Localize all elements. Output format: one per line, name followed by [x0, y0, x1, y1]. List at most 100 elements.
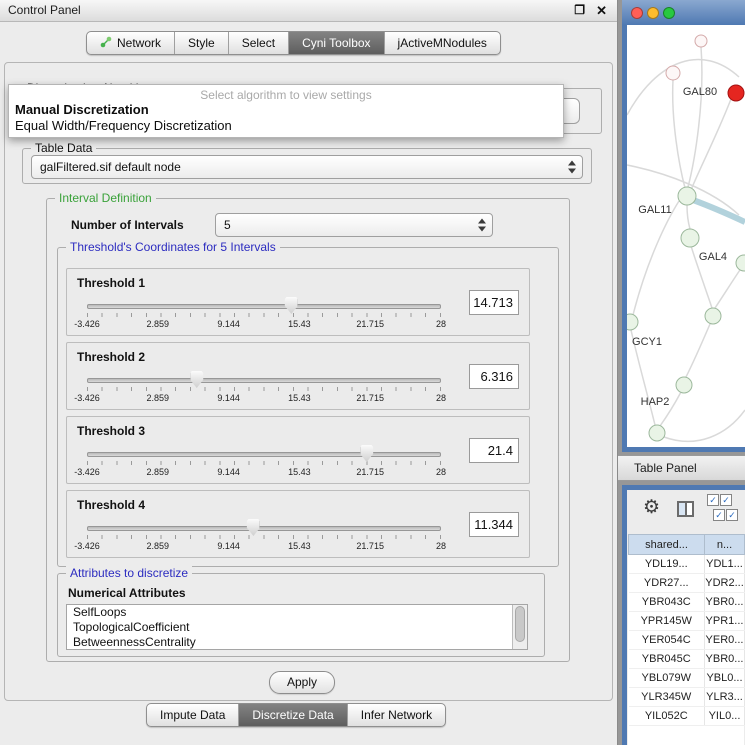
tick-label: 21.715	[356, 541, 384, 551]
table-cell[interactable]: YIL052C	[629, 707, 705, 726]
table-cell[interactable]: YBL079W	[629, 669, 705, 688]
table-row[interactable]: YBR043CYBR0...	[629, 593, 745, 612]
network-node[interactable]	[666, 66, 680, 80]
scrollbar[interactable]	[512, 605, 527, 649]
table-cell[interactable]: YBR043C	[629, 593, 705, 612]
network-canvas[interactable]: GAL80 GAL11 GAL4 GCY1 HAP2	[627, 25, 745, 447]
table-data-dropdown[interactable]: galFiltered.sif default node	[31, 155, 583, 179]
network-node[interactable]	[681, 229, 699, 247]
table-cell[interactable]: YPR1...	[705, 612, 745, 631]
list-item[interactable]: BetweennessCentrality	[67, 635, 527, 650]
threshold-slider[interactable]: -3.426 2.859 9.144 15.43 21.715 28	[87, 296, 441, 332]
columns-icon[interactable]	[677, 501, 694, 517]
network-node[interactable]	[627, 314, 638, 330]
threshold-value-field[interactable]: 11.344	[469, 512, 519, 537]
threshold-row: Threshold 4 -3.426 2.859 9.144 15.43 21.…	[66, 490, 530, 558]
minimize-traffic-light-icon[interactable]	[647, 7, 659, 19]
network-node[interactable]	[649, 425, 665, 441]
slider-thumb[interactable]	[247, 519, 260, 536]
slider-tick-labels: -3.426 2.859 9.144 15.43 21.715 28	[87, 467, 441, 479]
checkbox-icon[interactable]	[720, 494, 732, 506]
slider-track[interactable]	[87, 378, 441, 383]
table-cell[interactable]: YIL0...	[705, 707, 745, 726]
table-row[interactable]: YDR27...YDR2...	[629, 574, 745, 593]
tab-impute-data[interactable]: Impute Data	[147, 704, 239, 726]
table-cell[interactable]: YBR0...	[705, 650, 745, 669]
selected-network-node[interactable]	[728, 85, 744, 101]
slider-track[interactable]	[87, 526, 441, 531]
network-node[interactable]	[676, 377, 692, 393]
table-cell[interactable]: YPR145W	[629, 612, 705, 631]
table-cell[interactable]: YER0...	[705, 631, 745, 650]
table-row[interactable]: YPR145WYPR1...	[629, 612, 745, 631]
threshold-value-field[interactable]: 14.713	[469, 290, 519, 315]
table-cell[interactable]: YBL0...	[705, 669, 745, 688]
table-cell[interactable]: YLR3...	[705, 688, 745, 707]
checkbox-icon[interactable]	[726, 509, 738, 521]
table-row[interactable]: YBL079WYBL0...	[629, 669, 745, 688]
close-icon[interactable]: ✕	[596, 0, 607, 21]
table-cell[interactable]: YDL19...	[629, 555, 705, 574]
close-traffic-light-icon[interactable]	[631, 7, 643, 19]
tab-label: Style	[188, 36, 215, 50]
table-row[interactable]: YER054CYER0...	[629, 631, 745, 650]
columns-icon-divider	[685, 503, 687, 515]
list-item[interactable]: TopologicalCoefficient	[67, 620, 527, 635]
table-row[interactable]: YDL19...YDL1...	[629, 555, 745, 574]
tab-select[interactable]: Select	[229, 32, 289, 54]
network-node-labels: GAL80 GAL11 GAL4 GCY1 HAP2	[632, 86, 727, 408]
slider-thumb[interactable]	[285, 297, 298, 314]
tab-network[interactable]: Network	[87, 32, 175, 54]
table-cell[interactable]: YBR045C	[629, 650, 705, 669]
tab-cyni-toolbox[interactable]: Cyni Toolbox	[289, 32, 384, 54]
network-node[interactable]	[736, 255, 745, 271]
gear-icon[interactable]: ⚙	[643, 497, 660, 519]
slider-thumb[interactable]	[360, 445, 373, 462]
checkbox-icon[interactable]	[707, 494, 719, 506]
slider-thumb[interactable]	[190, 371, 203, 388]
table-cell[interactable]: YDR27...	[629, 574, 705, 593]
threshold-slider[interactable]: -3.426 2.859 9.144 15.43 21.715 28	[87, 370, 441, 406]
threshold-value-field[interactable]: 6.316	[469, 364, 519, 389]
checkbox-icon[interactable]	[713, 509, 725, 521]
table-cell[interactable]: YLR345W	[629, 688, 705, 707]
column-header[interactable]: shared...	[629, 535, 705, 555]
tab-jactivemodules[interactable]: jActiveMNodules	[385, 32, 500, 54]
network-node[interactable]	[695, 35, 707, 47]
dropdown-option[interactable]: Manual Discretization	[9, 102, 563, 118]
zoom-traffic-light-icon[interactable]	[663, 7, 675, 19]
float-window-icon[interactable]: ❐	[574, 0, 585, 21]
tab-discretize-data[interactable]: Discretize Data	[239, 704, 347, 726]
slider-track[interactable]	[87, 452, 441, 457]
tick-label: 2.859	[147, 393, 170, 403]
table-cell[interactable]: YBR0...	[705, 593, 745, 612]
tick-label: 21.715	[356, 393, 384, 403]
threshold-row: Threshold 3 -3.426 2.859 9.144 15.43 21.…	[66, 416, 530, 484]
network-node[interactable]	[705, 308, 721, 324]
threshold-row: Threshold 1 -3.426 2.859 9.144 15.43 21.…	[66, 268, 530, 336]
threshold-value-field[interactable]: 21.4	[469, 438, 519, 463]
threshold-slider[interactable]: -3.426 2.859 9.144 15.43 21.715 28	[87, 518, 441, 554]
tab-infer-network[interactable]: Infer Network	[348, 704, 445, 726]
column-header[interactable]: n...	[705, 535, 745, 555]
table-cell[interactable]: YER054C	[629, 631, 705, 650]
dropdown-option[interactable]: Equal Width/Frequency Discretization	[9, 118, 563, 134]
scrollbar-thumb[interactable]	[515, 606, 525, 642]
table-row[interactable]: YLR345WYLR3...	[629, 688, 745, 707]
network-view-window: GAL80 GAL11 GAL4 GCY1 HAP2	[622, 0, 745, 452]
list-item[interactable]: SelfLoops	[67, 605, 527, 620]
table-row[interactable]: YBR045CYBR0...	[629, 650, 745, 669]
network-node[interactable]	[678, 187, 696, 205]
apply-button[interactable]: Apply	[269, 671, 335, 694]
table-cell[interactable]: YDR2...	[705, 574, 745, 593]
tick-label: -3.426	[74, 541, 100, 551]
table-cell[interactable]: YDL1...	[705, 555, 745, 574]
attributes-group: Attributes to discretize Numerical Attri…	[57, 573, 545, 657]
slider-ticks	[87, 387, 441, 391]
slider-track[interactable]	[87, 304, 441, 309]
num-intervals-dropdown[interactable]: 5	[215, 213, 493, 237]
table-data-group: Table Data galFiltered.sif default node	[22, 148, 592, 184]
threshold-slider[interactable]: -3.426 2.859 9.144 15.43 21.715 28	[87, 444, 441, 480]
tab-style[interactable]: Style	[175, 32, 229, 54]
table-row[interactable]: YIL052CYIL0...	[629, 707, 745, 726]
